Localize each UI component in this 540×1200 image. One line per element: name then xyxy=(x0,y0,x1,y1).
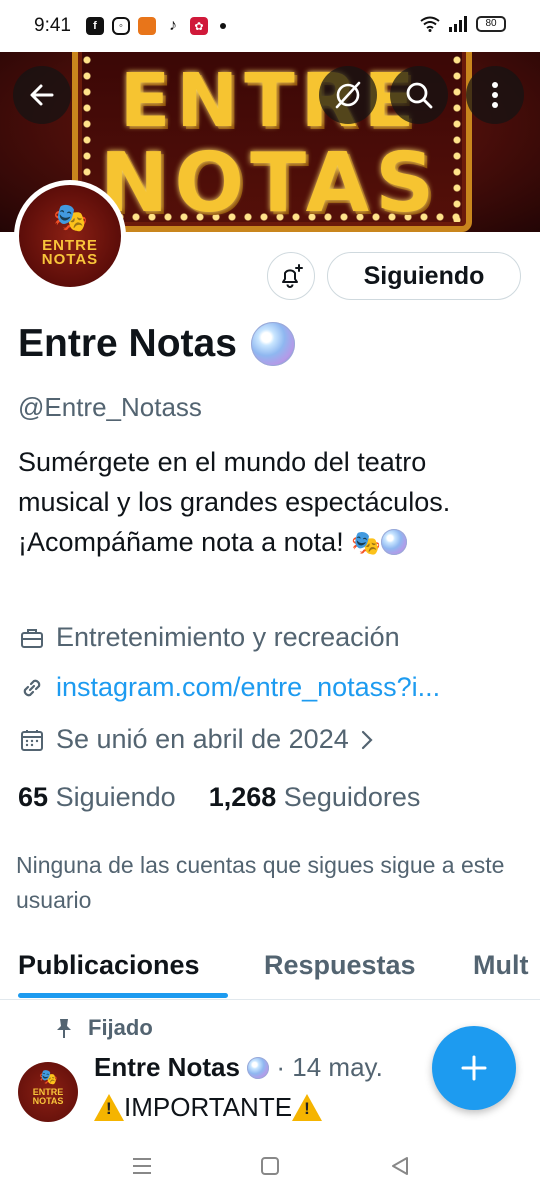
joined-row[interactable]: Se unió en abril de 2024 xyxy=(18,724,375,755)
search-button[interactable] xyxy=(390,66,448,124)
display-name: Entre Notas xyxy=(18,322,237,365)
recent-apps-button[interactable] xyxy=(130,1154,154,1178)
followers-label: Seguidores xyxy=(283,782,421,812)
post-text[interactable]: IMPORTANTE xyxy=(94,1092,323,1123)
tab-posts[interactable]: Publicaciones xyxy=(18,950,200,981)
app-icon: ✿ xyxy=(190,17,208,35)
pinned-label: Fijado xyxy=(88,1015,153,1040)
disco-ball-emoji-icon xyxy=(381,529,408,555)
avatar-logo-text: ENTRE NOTAS xyxy=(32,1087,64,1106)
status-bar: 9:41 f ◦ ♪ ✿ 80 xyxy=(0,0,540,52)
post-author-name[interactable]: Entre Notas xyxy=(94,1052,240,1082)
pinned-indicator: Fijado xyxy=(54,1015,153,1041)
theater-masks-emoji-icon: 🎭 xyxy=(351,530,382,557)
post-date: · 14 may. xyxy=(276,1052,383,1082)
avatar-logo-text: ENTRE NOTAS xyxy=(41,237,99,268)
post-author-avatar[interactable]: 🎭 ENTRE NOTAS xyxy=(18,1062,78,1122)
home-button[interactable] xyxy=(258,1154,282,1178)
followers-stat[interactable]: 1,268 Seguidores xyxy=(209,782,421,812)
post-header: Entre Notas · 14 may. xyxy=(94,1052,383,1083)
home-square-icon xyxy=(261,1157,279,1175)
briefcase-icon xyxy=(18,624,46,652)
name-row: Entre Notas xyxy=(18,322,295,366)
instagram-icon: ◦ xyxy=(112,17,130,35)
user-handle: @Entre_Notass xyxy=(18,392,202,422)
theater-masks-icon: 🎭 xyxy=(39,1069,58,1086)
notification-icons: f ◦ ♪ ✿ xyxy=(86,17,226,35)
category-row: Entretenimiento y recreación xyxy=(18,622,400,653)
more-notifications-dot xyxy=(220,23,226,29)
plus-icon xyxy=(461,1055,487,1081)
menu-icon xyxy=(133,1158,151,1174)
disco-ball-icon xyxy=(250,322,295,366)
profile-tabs: Publicaciones Respuestas Mult xyxy=(0,940,540,1000)
disco-ball-icon xyxy=(247,1057,270,1079)
profile-bio: Sumérgete en el mundo del teatro musical… xyxy=(18,442,518,564)
notifications-button[interactable] xyxy=(267,252,315,300)
bell-plus-icon xyxy=(282,264,303,288)
following-button[interactable]: Siguiendo xyxy=(327,252,521,300)
grok-button[interactable] xyxy=(319,66,377,124)
follow-stats: 65 Siguiendo 1,268 Seguidores xyxy=(18,782,420,813)
more-vertical-icon xyxy=(492,82,498,108)
compose-post-button[interactable] xyxy=(432,1026,516,1110)
pin-icon xyxy=(57,1019,71,1038)
signal-icon xyxy=(449,16,467,32)
post-text-content: IMPORTANTE xyxy=(124,1092,293,1122)
theater-masks-icon: 🎭 xyxy=(53,202,88,233)
mutual-followers-note: Ninguna de las cuentas que sigues sigue … xyxy=(16,852,505,913)
tiktok-icon: ♪ xyxy=(164,17,182,35)
link-icon xyxy=(18,674,46,702)
more-options-button[interactable] xyxy=(466,66,524,124)
profile-link[interactable]: instagram.com/entre_notass?i... xyxy=(56,672,440,703)
chevron-right-icon xyxy=(361,730,373,749)
grok-icon xyxy=(335,81,361,109)
warning-icon xyxy=(292,1094,323,1121)
radio-app-icon xyxy=(138,17,156,35)
banner-title-line-1: ENTRE xyxy=(119,58,421,144)
following-stat[interactable]: 65 Siguiendo xyxy=(18,782,176,812)
back-nav-button[interactable] xyxy=(388,1154,412,1178)
wifi-icon xyxy=(420,16,440,32)
system-navigation-bar xyxy=(0,1130,540,1200)
arrow-left-icon xyxy=(30,84,54,106)
following-count: 65 xyxy=(18,782,49,812)
warning-icon xyxy=(94,1094,124,1121)
category-text: Entretenimiento y recreación xyxy=(56,622,400,652)
back-triangle-icon xyxy=(392,1157,408,1175)
calendar-icon xyxy=(18,726,46,754)
facebook-icon: f xyxy=(86,17,104,35)
tab-media[interactable]: Mult xyxy=(473,950,528,981)
system-icons: 80 xyxy=(420,16,506,32)
joined-text: Se unió en abril de 2024 xyxy=(56,724,349,754)
profile-avatar[interactable]: 🎭 ENTRE NOTAS xyxy=(14,180,126,292)
link-row[interactable]: instagram.com/entre_notass?i... xyxy=(18,672,440,703)
active-tab-indicator xyxy=(18,993,228,998)
tab-replies[interactable]: Respuestas xyxy=(264,950,416,981)
following-label: Siguiendo xyxy=(55,782,176,812)
status-time: 9:41 xyxy=(34,15,71,36)
back-button[interactable] xyxy=(13,66,71,124)
battery-icon: 80 xyxy=(476,16,506,32)
followers-count: 1,268 xyxy=(208,782,277,812)
search-icon xyxy=(406,82,433,109)
